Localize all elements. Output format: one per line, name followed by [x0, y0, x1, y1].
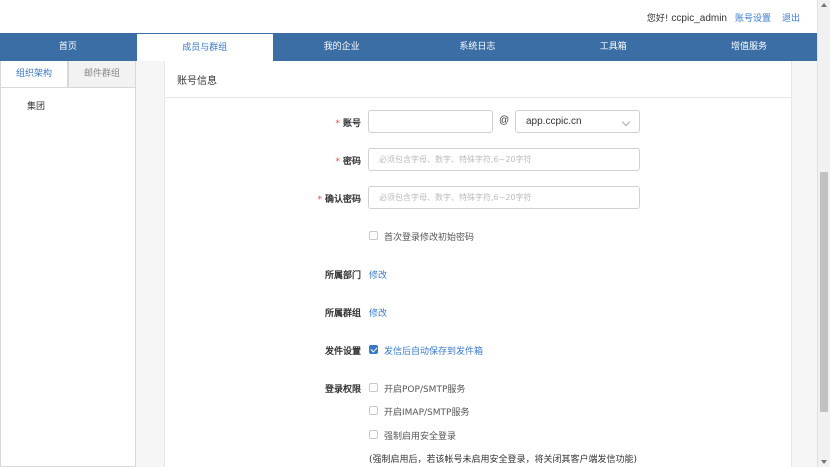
- password-input[interactable]: 必须包含字母、数字、特殊字符,6~20字符: [368, 148, 640, 171]
- send-settings-label: 发件设置: [324, 347, 361, 357]
- tab-org-structure[interactable]: 组织架构: [1, 61, 68, 87]
- tree-item-group[interactable]: 集团: [27, 99, 45, 112]
- required-mark: *: [335, 157, 340, 167]
- pop-smtp-label: 开启POP/SMTP服务: [384, 385, 466, 395]
- panel-divider: [165, 97, 791, 98]
- auto-save-sent-checkbox[interactable]: [369, 345, 378, 354]
- sidebar-tabs: 组织架构 邮件群组: [1, 61, 135, 88]
- tab-mail-groups[interactable]: 邮件群组: [68, 61, 135, 87]
- nav-item-members-groups[interactable]: 成员与群组: [135, 33, 274, 61]
- nav-item-home[interactable]: 首页: [0, 33, 136, 61]
- secure-login-checkbox[interactable]: [369, 430, 378, 439]
- first-login-checkbox[interactable]: [369, 231, 378, 240]
- group-label: 所属群组: [324, 309, 361, 319]
- account-label-text: 账号: [342, 119, 361, 129]
- login-permission-label: 登录权限: [324, 385, 361, 395]
- secure-login-note: (强制启用后，若该帐号未启用安全登录，将关闭其客户端发信功能): [369, 455, 638, 465]
- secure-login-label: 强制启用安全登录: [384, 432, 457, 442]
- scroll-down-icon[interactable]: [821, 460, 827, 464]
- main-nav: 首页 成员与群组 我的企业 系统日志 工具箱 增值服务: [0, 33, 817, 61]
- confirm-label-text: 确认密码: [324, 195, 361, 205]
- top-bar: 您好! ccpic_admin 账号设置 退出: [0, 0, 817, 33]
- domain-select[interactable]: app.ccpic.cn: [515, 110, 640, 133]
- nav-item-system-log[interactable]: 系统日志: [409, 33, 545, 61]
- greeting: 您好! ccpic_admin: [647, 11, 727, 24]
- username: ccpic_admin: [671, 13, 727, 24]
- confirm-password-label: * 确认密码: [291, 192, 361, 205]
- required-mark: *: [317, 195, 322, 205]
- first-login-label: 首次登录修改初始密码: [384, 233, 475, 243]
- at-symbol: @: [499, 115, 510, 126]
- chevron-down-icon: [621, 117, 631, 127]
- group-edit-link[interactable]: 修改: [369, 306, 387, 319]
- password-label: * 密码: [291, 154, 361, 167]
- account-info-panel: 账号信息 * 账号 @ app.ccpic.cn * 密码 必须包含字母、数字、特殊…: [164, 61, 792, 467]
- account-input[interactable]: [368, 110, 493, 133]
- nav-item-my-enterprise[interactable]: 我的企业: [274, 33, 410, 61]
- panel-title: 账号信息: [177, 76, 217, 87]
- password-label-text: 密码: [342, 157, 361, 167]
- confirm-password-input[interactable]: 必须包含字母、数字、特殊字符,6~20字符: [368, 186, 640, 209]
- imap-smtp-checkbox[interactable]: [369, 406, 378, 415]
- scroll-up-icon[interactable]: [821, 3, 827, 7]
- account-label: * 账号: [291, 116, 361, 129]
- required-mark: *: [335, 119, 340, 129]
- imap-smtp-label: 开启IMAP/SMTP服务: [384, 408, 470, 418]
- domain-value: app.ccpic.cn: [526, 116, 582, 127]
- scrollbar-thumb[interactable]: [820, 172, 828, 412]
- sidebar: 组织架构 邮件群组 集团: [0, 61, 136, 467]
- pop-smtp-checkbox[interactable]: [369, 383, 378, 392]
- dept-edit-link[interactable]: 修改: [369, 268, 387, 281]
- dept-label: 所属部门: [324, 271, 361, 281]
- logout-link[interactable]: 退出: [782, 11, 800, 24]
- auto-save-sent-label: 发信后自动保存到发件箱: [384, 347, 484, 357]
- greeting-text: 您好!: [646, 14, 672, 24]
- page-scrollbar[interactable]: [817, 0, 830, 467]
- nav-item-toolbox[interactable]: 工具箱: [545, 33, 681, 61]
- nav-item-value-added[interactable]: 增值服务: [681, 33, 817, 61]
- account-settings-link[interactable]: 账号设置: [735, 11, 771, 24]
